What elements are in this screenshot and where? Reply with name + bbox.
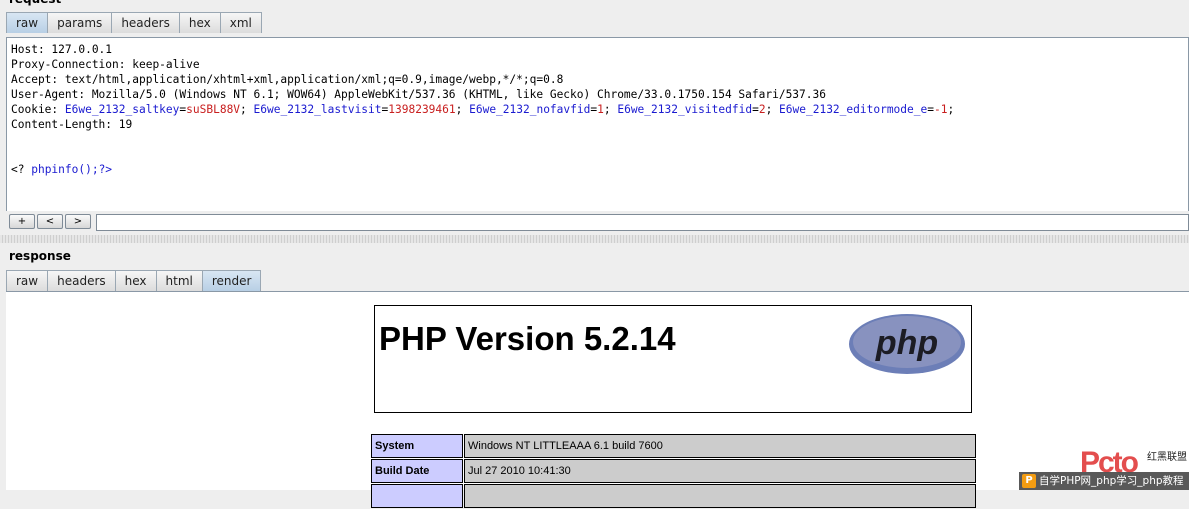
cookie-visitedfid-value: 2 <box>759 103 766 116</box>
line-proxy: Proxy-Connection: keep-alive <box>11 58 200 71</box>
line-useragent: User-Agent: Mozilla/5.0 (Windows NT 6.1;… <box>11 88 826 101</box>
watermark-p-icon: P <box>1022 474 1036 488</box>
line-host: Host: 127.0.0.1 <box>11 43 112 56</box>
row-key <box>371 484 463 508</box>
add-button[interactable]: + <box>9 214 35 229</box>
line-accept: Accept: text/html,application/xhtml+xml,… <box>11 73 563 86</box>
php-logo-text: php <box>875 324 938 362</box>
table-row: Build Date Jul 27 2010 10:41:30 <box>371 459 976 483</box>
site-watermark: Pcto 红黑联盟 P 自学PHP网_php学习_php教程 <box>1019 446 1189 490</box>
response-tab-hex[interactable]: hex <box>115 270 157 291</box>
response-tab-render[interactable]: render <box>202 270 262 291</box>
row-value: Windows NT LITTLEAAA 6.1 build 7600 <box>464 434 976 458</box>
php-info-table: System Windows NT LITTLEAAA 6.1 build 76… <box>371 434 976 509</box>
watermark-bar-text: 自学PHP网_php学习_php教程 <box>1039 475 1184 487</box>
next-button[interactable]: > <box>65 214 91 229</box>
request-editor[interactable]: Host: 127.0.0.1 Proxy-Connection: keep-a… <box>6 37 1189 212</box>
request-toolbar: + < > <box>6 211 1189 233</box>
watermark-chinese: 红黑联盟 <box>1147 448 1187 463</box>
cookie-visitedfid-name: E6we_2132_visitedfid <box>617 103 752 116</box>
php-header-box: PHP Version 5.2.14 php <box>374 305 972 413</box>
row-key: System <box>371 434 463 458</box>
response-tab-html[interactable]: html <box>156 270 203 291</box>
row-value: Jul 27 2010 10:41:30 <box>464 459 976 483</box>
php-version-title: PHP Version 5.2.14 <box>379 320 676 358</box>
line-cookie-key: Cookie: <box>11 103 65 116</box>
previous-button[interactable]: < <box>37 214 63 229</box>
row-key: Build Date <box>371 459 463 483</box>
response-tabs: raw headers hex html render <box>6 270 260 291</box>
table-row <box>371 484 976 508</box>
cookie-saltkey-name: E6we_2132_saltkey <box>65 103 180 116</box>
response-render-view: PHP Version 5.2.14 php System Windows NT… <box>6 291 1189 490</box>
response-tab-headers[interactable]: headers <box>47 270 116 291</box>
watermark-bar: P 自学PHP网_php学习_php教程 <box>1019 472 1189 490</box>
request-section-label: request <box>9 0 61 6</box>
response-tab-raw[interactable]: raw <box>6 270 48 291</box>
cookie-nofavfid-value: 1 <box>597 103 604 116</box>
request-tab-headers[interactable]: headers <box>111 12 180 33</box>
request-tab-hex[interactable]: hex <box>179 12 221 33</box>
cookie-editormode-value: -1 <box>934 103 947 116</box>
php-logo: php <box>847 312 967 379</box>
row-value <box>464 484 976 508</box>
response-section-label: response <box>9 249 71 263</box>
search-input[interactable] <box>96 214 1189 231</box>
split-pane-divider[interactable] <box>0 235 1189 243</box>
request-tab-xml[interactable]: xml <box>220 12 262 33</box>
request-tab-params[interactable]: params <box>47 12 112 33</box>
cookie-nofavfid-name: E6we_2132_nofavfid <box>469 103 590 116</box>
cookie-lastvisit-name: E6we_2132_lastvisit <box>254 103 382 116</box>
line-content-length: Content-Length: 19 <box>11 118 132 131</box>
request-tab-raw[interactable]: raw <box>6 12 48 33</box>
cookie-editormode-name: E6we_2132_editormode_e <box>779 103 927 116</box>
body-code: phpinfo();?> <box>31 163 112 176</box>
request-text: Host: 127.0.0.1 Proxy-Connection: keep-a… <box>7 38 1188 177</box>
request-tabs: raw params headers hex xml <box>6 12 261 33</box>
body-open-tag: <? <box>11 163 31 176</box>
cookie-lastvisit-value: 1398239461 <box>388 103 455 116</box>
cookie-saltkey-value: suSBL88V <box>186 103 240 116</box>
table-row: System Windows NT LITTLEAAA 6.1 build 76… <box>371 434 976 458</box>
